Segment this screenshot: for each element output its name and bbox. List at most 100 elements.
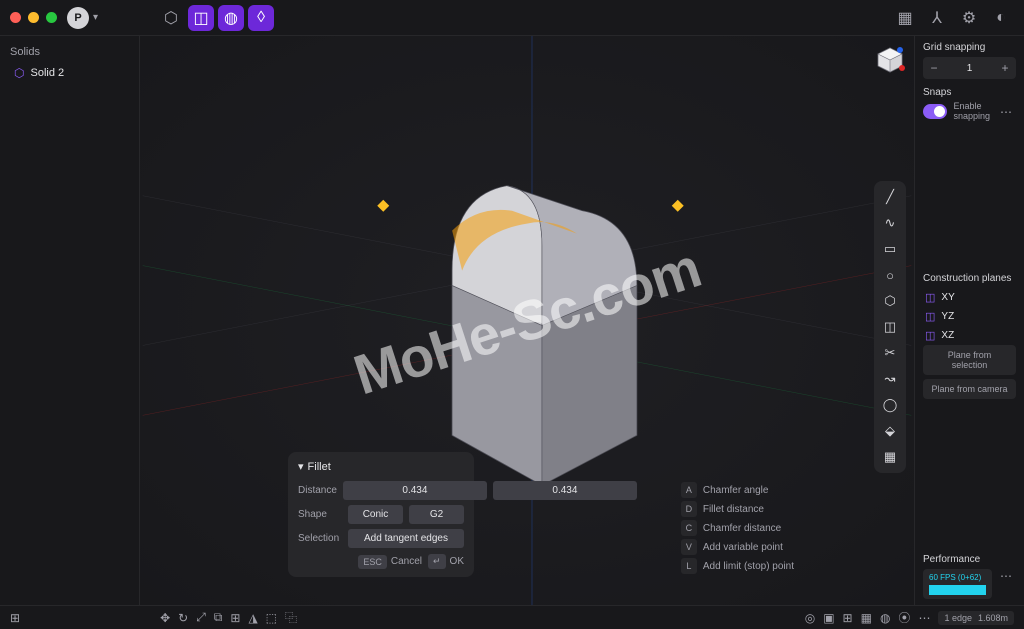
grid-value[interactable]: 1 bbox=[945, 63, 994, 74]
snaps-title: Snaps bbox=[923, 87, 1016, 98]
construction-planes-title: Construction planes bbox=[923, 273, 1016, 284]
status-edges: 1 edge bbox=[944, 613, 972, 623]
view-cube[interactable] bbox=[874, 44, 906, 76]
performance-title: Performance bbox=[923, 554, 1016, 565]
mode-edge-icon[interactable]: ◊ bbox=[248, 5, 274, 31]
extrude-icon[interactable]: ⬚ bbox=[266, 611, 277, 625]
mode-solid-icon[interactable]: ◫ bbox=[188, 5, 214, 31]
fillet-panel: ▾ Fillet Distance Shape Conic G2 Selecti… bbox=[288, 452, 474, 577]
enable-snapping-row: Enable snapping ⋯ bbox=[923, 102, 1016, 122]
maximize-window[interactable] bbox=[46, 12, 57, 23]
fps-bar bbox=[929, 585, 986, 595]
performance-more[interactable]: ⋯ bbox=[996, 569, 1016, 583]
plane-icon: ◫ bbox=[925, 310, 935, 323]
grid-decrease[interactable]: − bbox=[923, 61, 945, 75]
performance-readout: 60 FPS (0+62) bbox=[923, 569, 992, 599]
path-tool-icon[interactable]: ↝ bbox=[878, 367, 902, 391]
ok-button[interactable]: ↵ OK bbox=[428, 554, 464, 569]
snap-icon[interactable]: ⅄ bbox=[924, 5, 950, 31]
mode-face-icon[interactable]: ◍ bbox=[218, 5, 244, 31]
shape-select-2[interactable]: G2 bbox=[409, 505, 464, 524]
sphere-tool-icon[interactable]: ◯ bbox=[878, 393, 902, 417]
view-wire-icon[interactable]: ▦ bbox=[861, 611, 872, 625]
plane-yz[interactable]: ◫ YZ bbox=[923, 307, 1016, 326]
view-iso-icon[interactable]: ⊞ bbox=[843, 611, 853, 625]
settings-icon[interactable]: ⚙ bbox=[956, 5, 982, 31]
user-avatar[interactable]: P bbox=[67, 7, 89, 29]
esc-key: ESC bbox=[358, 555, 387, 569]
plane-icon: ◫ bbox=[925, 329, 935, 342]
view-xray-icon[interactable]: ⦿ bbox=[898, 609, 910, 626]
performance-section: Performance 60 FPS (0+62) ⋯ bbox=[923, 554, 1016, 599]
tool-rail: ╱ ∿ ▭ ○ ⬡ ◫ ✂ ↝ ◯ ⬙ ▦ bbox=[874, 181, 906, 473]
zoom-extents-icon[interactable]: ◎ bbox=[805, 611, 815, 625]
plane-xy[interactable]: ◫ XY bbox=[923, 288, 1016, 307]
bottom-bar: ⊞ ✥ ↻ ⤢ ⧉ ⊞ ◮ ⬚ ⿻ ◎ ▣ ⊞ ▦ ◍ ⦿ ⋯ 1 edge 1… bbox=[0, 605, 1024, 629]
shortcut-chamfer-angle: A Chamfer angle bbox=[681, 482, 794, 498]
grid-icon[interactable]: ▦ bbox=[892, 5, 918, 31]
plane-from-selection-button[interactable]: Plane from selection bbox=[923, 345, 1016, 375]
shape-label: Shape bbox=[298, 509, 342, 520]
plane-xz[interactable]: ◫ XZ bbox=[923, 326, 1016, 345]
grid-increase[interactable]: + bbox=[994, 61, 1016, 75]
bottom-toolbar: ✥ ↻ ⤢ ⧉ ⊞ ◮ ⬚ ⿻ bbox=[160, 609, 297, 626]
chevron-down-icon[interactable]: ▾ bbox=[93, 12, 98, 23]
polygon-tool-icon[interactable]: ⬡ bbox=[878, 289, 902, 313]
sidebar-toggle-icon[interactable]: ⊞ bbox=[10, 611, 20, 625]
distance-input-2[interactable] bbox=[493, 481, 637, 500]
rect-tool-icon[interactable]: ▭ bbox=[878, 237, 902, 261]
viewport[interactable]: ╱ ∿ ▭ ○ ⬡ ◫ ✂ ↝ ◯ ⬙ ▦ ▾ Fillet Distance bbox=[140, 36, 914, 605]
window-controls bbox=[10, 12, 57, 23]
line-tool-icon[interactable]: ╱ bbox=[878, 185, 902, 209]
key-c: C bbox=[681, 520, 697, 536]
minimize-window[interactable] bbox=[28, 12, 39, 23]
top-right-icons: ▦ ⅄ ⚙ ◐ bbox=[892, 5, 1014, 31]
mode-default-icon[interactable]: ⬡ bbox=[158, 5, 184, 31]
circle-tool-icon[interactable]: ○ bbox=[878, 263, 902, 287]
outline-item-label: Solid 2 bbox=[30, 67, 64, 79]
status-dim: 1.608m bbox=[978, 613, 1008, 623]
cancel-button[interactable]: ESC Cancel bbox=[358, 554, 422, 569]
rotate-icon[interactable]: ↻ bbox=[178, 611, 188, 625]
more-icon[interactable]: ⋯ bbox=[918, 611, 930, 625]
grid-stepper: − 1 + bbox=[923, 57, 1016, 79]
copy-icon[interactable]: ⿻ bbox=[285, 609, 297, 626]
cylinder-tool-icon[interactable]: ⬙ bbox=[878, 419, 902, 443]
mirror-icon[interactable]: ⊞ bbox=[230, 611, 240, 625]
mode-toolbar: ⬡ ◫ ◍ ◊ bbox=[158, 5, 274, 31]
add-tangent-edges-button[interactable]: Add tangent edges bbox=[348, 529, 464, 548]
enable-snapping-label: Enable snapping bbox=[953, 102, 990, 122]
shortcuts-hint: A Chamfer angle D Fillet distance C Cham… bbox=[681, 482, 794, 577]
shortcut-chamfer-distance: C Chamfer distance bbox=[681, 520, 794, 536]
move-icon[interactable]: ✥ bbox=[160, 611, 170, 625]
curve-tool-icon[interactable]: ∿ bbox=[878, 211, 902, 235]
selection-label: Selection bbox=[298, 533, 342, 544]
view-front-icon[interactable]: ▣ bbox=[823, 611, 834, 625]
snaps-section: Snaps Enable snapping ⋯ bbox=[923, 87, 1016, 122]
key-v: V bbox=[681, 539, 697, 555]
boolean-icon[interactable]: ⧉ bbox=[214, 610, 223, 625]
outline-title: Solids bbox=[8, 42, 131, 62]
cut-tool-icon[interactable]: ✂ bbox=[878, 341, 902, 365]
shortcut-variable-point: V Add variable point bbox=[681, 539, 794, 555]
outline-item-solid-2[interactable]: ⬡ Solid 2 bbox=[8, 62, 131, 84]
main-layout: Solids ⬡ Solid 2 bbox=[0, 36, 1024, 605]
key-a: A bbox=[681, 482, 697, 498]
theme-icon[interactable]: ◐ bbox=[988, 5, 1014, 31]
enable-snapping-toggle[interactable] bbox=[923, 104, 947, 119]
mesh-tool-icon[interactable]: ▦ bbox=[878, 445, 902, 469]
view-shade-icon[interactable]: ◍ bbox=[880, 611, 890, 625]
plane-from-camera-button[interactable]: Plane from camera bbox=[923, 379, 1016, 399]
close-window[interactable] bbox=[10, 12, 21, 23]
viewport-canvas bbox=[140, 36, 914, 605]
array-icon[interactable]: ◮ bbox=[248, 611, 257, 625]
box-tool-icon[interactable]: ◫ bbox=[878, 315, 902, 339]
snaps-more[interactable]: ⋯ bbox=[996, 105, 1016, 119]
shortcut-limit-point: L Add limit (stop) point bbox=[681, 558, 794, 574]
shape-select-1[interactable]: Conic bbox=[348, 505, 403, 524]
plane-icon: ◫ bbox=[925, 291, 935, 304]
topbar: P ▾ ⬡ ◫ ◍ ◊ ▦ ⅄ ⚙ ◐ bbox=[0, 0, 1024, 36]
fillet-header[interactable]: ▾ Fillet bbox=[298, 460, 464, 473]
distance-input-1[interactable] bbox=[343, 481, 487, 500]
scale-icon[interactable]: ⤢ bbox=[196, 610, 206, 625]
